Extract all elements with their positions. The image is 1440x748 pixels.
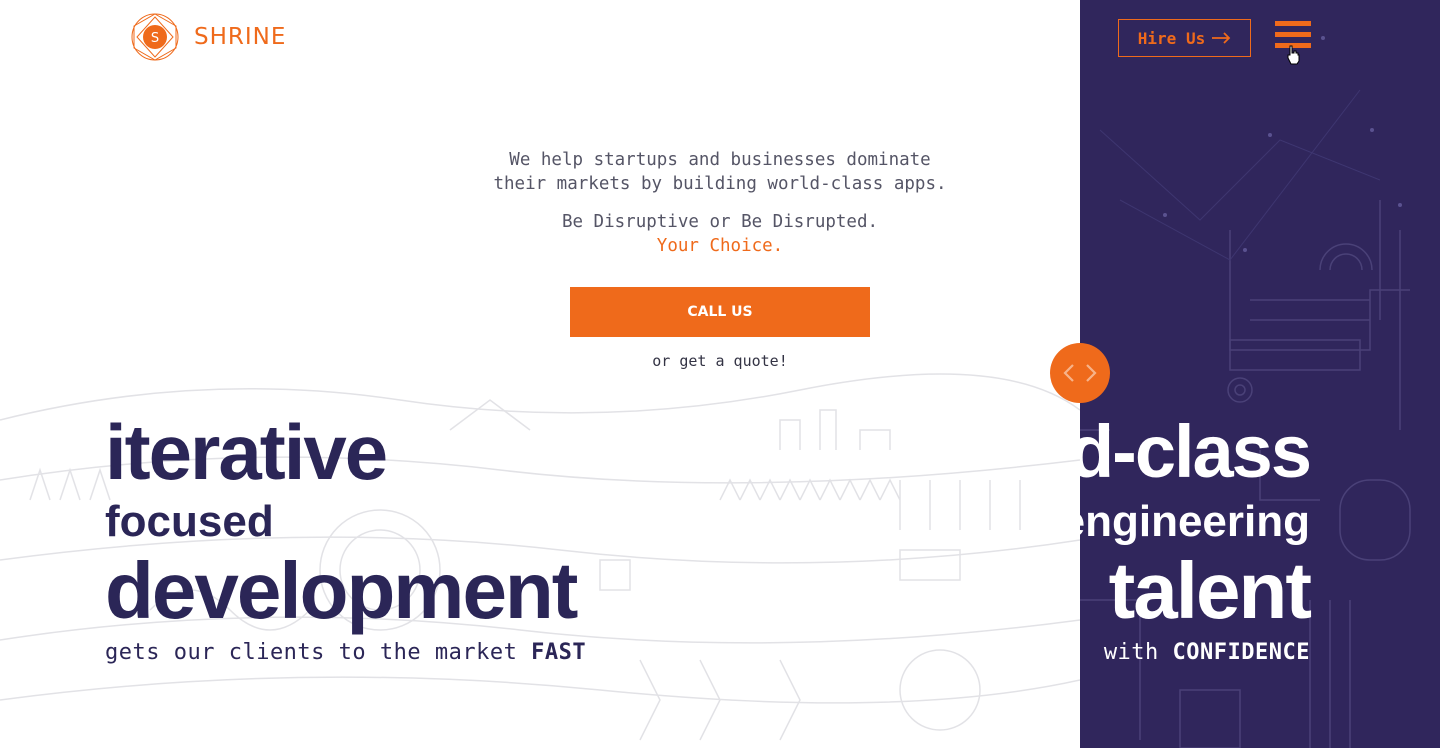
call-us-button[interactable]: CALL US bbox=[570, 287, 870, 337]
comparison-slider-handle[interactable] bbox=[1050, 343, 1110, 403]
right-tagline-bold: CONFIDENCE bbox=[1172, 640, 1310, 665]
headline-word-development: development bbox=[105, 546, 578, 635]
shrine-logo-icon: S bbox=[131, 13, 179, 61]
page: S SHRINE We help startups and businesses… bbox=[0, 0, 1440, 748]
hire-us-button[interactable]: Hire Us bbox=[1118, 19, 1251, 57]
right-tagline-text: with bbox=[1103, 640, 1173, 665]
left-tagline: gets our clients to the market FAST bbox=[105, 640, 586, 665]
headline-word-talent: talent bbox=[1108, 546, 1312, 635]
headline-word-iterative: iterative bbox=[105, 408, 388, 496]
headline-word-engineering: engineering bbox=[1080, 497, 1310, 546]
brand-name: SHRINE bbox=[194, 24, 287, 50]
right-panel: d-class engineering talent with CONFIDEN… bbox=[1080, 0, 1440, 748]
headline-word-class: d-class bbox=[1080, 410, 1312, 493]
menu-bar-middle bbox=[1275, 32, 1311, 37]
chevron-right-icon bbox=[1086, 364, 1097, 382]
brand-logo[interactable]: S SHRINE bbox=[130, 12, 286, 62]
hero-line-3: Be Disruptive or Be Disrupted. bbox=[561, 212, 879, 232]
hero-line-2: their markets by building world-class ap… bbox=[493, 174, 947, 194]
chevron-left-icon bbox=[1063, 364, 1074, 382]
arrow-right-icon bbox=[1212, 32, 1231, 44]
hero-line-4: Your Choice. bbox=[656, 236, 784, 256]
hero-line-1: We help startups and businesses dominate bbox=[509, 150, 931, 170]
left-tagline-bold: FAST bbox=[531, 640, 587, 665]
pointer-cursor-icon bbox=[1287, 45, 1300, 65]
headline-word-focused: focused bbox=[105, 497, 274, 546]
get-quote-link[interactable]: or get a quote! bbox=[570, 352, 870, 370]
left-tagline-text: gets our clients to the market bbox=[105, 640, 532, 665]
left-panel: S SHRINE We help startups and businesses… bbox=[0, 0, 1080, 748]
hire-us-label: Hire Us bbox=[1137, 28, 1206, 48]
hero-copy: We help startups and businesses dominate… bbox=[420, 148, 1020, 258]
menu-bar-top bbox=[1275, 21, 1311, 26]
right-tagline: with CONFIDENCE bbox=[1104, 640, 1310, 665]
logo-letter: S bbox=[151, 31, 159, 46]
right-headline: d-class engineering talent with CONFIDEN… bbox=[1080, 0, 1440, 748]
